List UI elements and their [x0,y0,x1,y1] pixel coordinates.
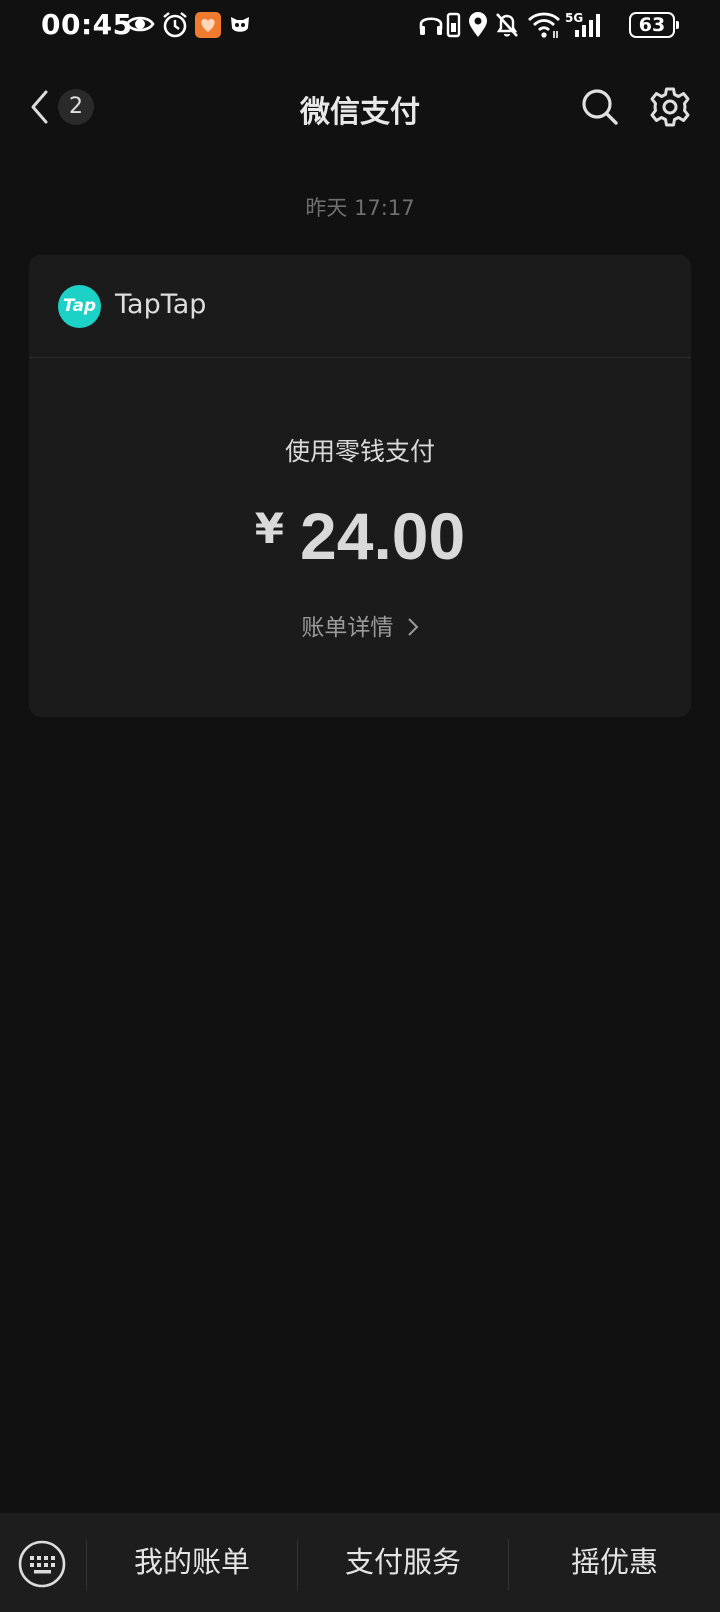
amount-value: 24.00 [300,499,466,573]
bottom-menu-bar: 我的账单 支付服务 摇优惠 [0,1513,720,1612]
menu-payment-services[interactable]: 支付服务 [298,1513,508,1612]
merchant-name: TapTap [115,289,207,320]
app-notification-icon [195,12,221,38]
status-bar: 00:45 5G 63 [0,0,720,56]
search-button[interactable] [578,85,622,129]
alarm-icon [163,12,187,38]
menu-shake-discount[interactable]: 摇优惠 [509,1513,720,1612]
bill-details-link[interactable]: 账单详情 [29,608,691,642]
keyboard-toggle-button[interactable] [17,1539,67,1589]
currency-symbol: ¥ [254,504,285,553]
vibrate-icon [446,12,461,38]
headphones-icon [419,17,443,35]
merchant-header: Tap TapTap [29,255,691,358]
merchant-logo-text: Tap [62,296,97,316]
eye-icon [125,16,155,32]
message-timestamp: 昨天 17:17 [305,196,415,220]
bill-details-label: 账单详情 [301,615,394,641]
battery-icon: 63 [629,12,679,38]
menu-my-bills[interactable]: 我的账单 [87,1513,297,1612]
mask-icon [231,17,249,32]
search-icon [582,89,618,125]
signal-icon [575,14,600,37]
header: 2 微信支付 [0,70,720,144]
payment-method: 使用零钱支付 [284,437,435,466]
mute-icon [496,13,518,37]
payment-amount: ¥24.00 [29,498,691,574]
merchant-logo: Tap [58,285,101,328]
wifi-icon [528,12,560,38]
keyboard-icon [18,1540,66,1588]
settings-button[interactable] [648,85,692,129]
status-time: 00:45 [41,8,133,41]
gear-icon [650,87,690,127]
location-icon [469,12,487,37]
payment-notification-card[interactable]: Tap TapTap 使用零钱支付 ¥24.00 账单详情 [29,255,691,717]
chevron-right-icon [407,618,419,636]
